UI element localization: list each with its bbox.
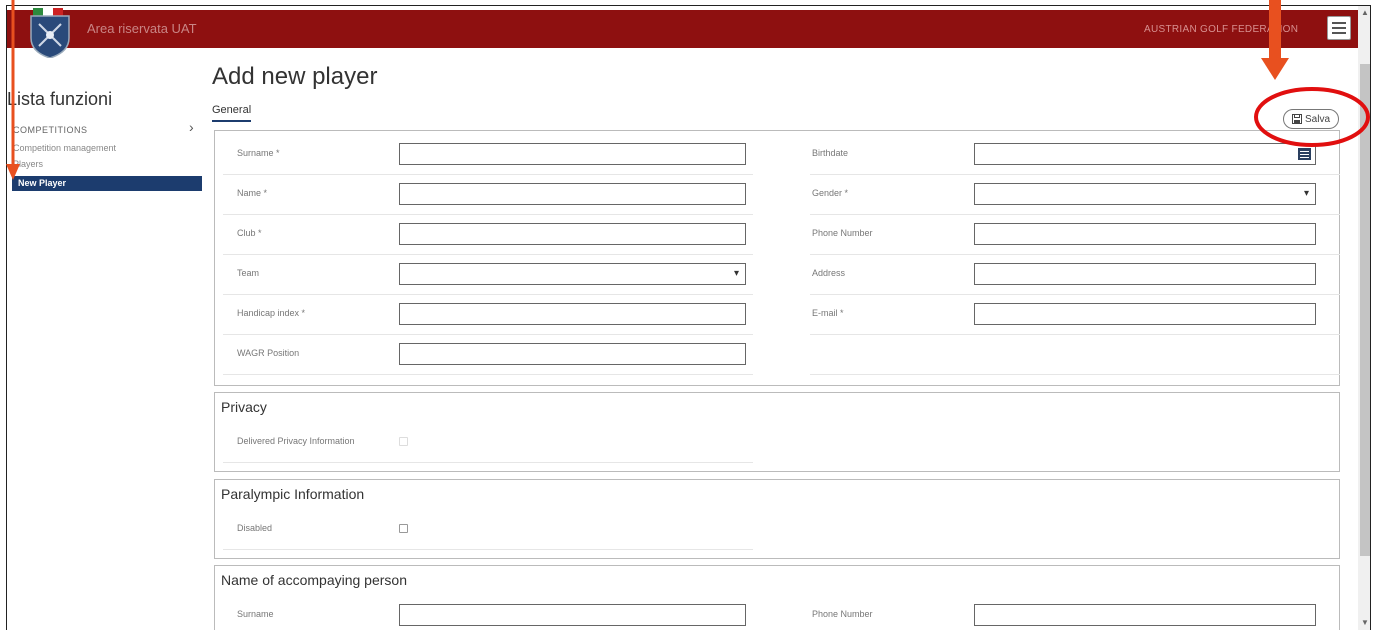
field-row-name: Name *	[223, 175, 753, 215]
federation-logo-icon	[30, 8, 70, 58]
organization-name: AUSTRIAN GOLF FEDERATION	[1144, 24, 1299, 35]
field-row-acc-phone: Phone Number	[810, 596, 1340, 630]
accompanying-panel: Name of accompaying person Surname Phone…	[214, 565, 1340, 630]
field-row-team: Team ▾	[223, 255, 753, 295]
privacy-checkbox[interactable]	[399, 437, 408, 446]
sidebar-item-competition-management[interactable]: Competition management	[13, 143, 116, 153]
scroll-up-icon[interactable]: ▲	[1361, 8, 1369, 17]
field-row-club: Club *	[223, 215, 753, 255]
gender-label: Gender *	[812, 188, 849, 198]
chevron-down-icon: ▾	[1303, 188, 1309, 199]
field-row-empty	[810, 335, 1340, 375]
field-row-email: E-mail *	[810, 295, 1340, 335]
paralympic-title: Paralympic Information	[221, 486, 365, 502]
field-row-wagr: WAGR Position	[223, 335, 753, 375]
birthdate-input[interactable]	[974, 143, 1316, 165]
field-row-address: Address	[810, 255, 1340, 295]
tab-general[interactable]: General	[212, 104, 252, 122]
field-row-gender: Gender * ▾	[810, 175, 1340, 215]
privacy-panel: Privacy Delivered Privacy Information	[214, 392, 1340, 472]
team-select[interactable]: ▾	[399, 263, 746, 285]
chevron-right-icon[interactable]: ›	[189, 119, 194, 135]
field-row-privacy: Delivered Privacy Information	[223, 423, 753, 463]
handicap-label: Handicap index *	[237, 308, 306, 318]
floppy-disk-icon	[1291, 114, 1302, 124]
field-row-phone: Phone Number	[810, 215, 1340, 255]
top-bar: Area riservata UAT AUSTRIAN GOLF FEDERAT…	[7, 8, 1358, 58]
gender-select[interactable]: ▾	[974, 183, 1316, 205]
scroll-down-icon[interactable]: ▼	[1361, 618, 1369, 627]
sidebar-item-new-player[interactable]: New Player	[12, 176, 202, 191]
club-label: Club *	[237, 228, 262, 238]
field-row-surname: Surname *	[223, 135, 753, 175]
privacy-label: Delivered Privacy Information	[237, 436, 355, 446]
surname-input[interactable]	[399, 143, 746, 165]
field-row-acc-surname: Surname	[223, 596, 753, 630]
name-input[interactable]	[399, 183, 746, 205]
club-input[interactable]	[399, 223, 746, 245]
disabled-label: Disabled	[237, 523, 273, 533]
handicap-input[interactable]	[399, 303, 746, 325]
acc-surname-label: Surname	[237, 609, 274, 619]
wagr-label: WAGR Position	[237, 348, 300, 358]
disabled-checkbox[interactable]	[399, 524, 408, 533]
address-label: Address	[812, 268, 846, 278]
birthdate-label: Birthdate	[812, 148, 849, 158]
sidebar-title: Lista funzioni	[7, 89, 113, 109]
wagr-input[interactable]	[399, 343, 746, 365]
hamburger-menu-icon[interactable]	[1327, 16, 1351, 40]
save-button[interactable]: Salva	[1283, 109, 1339, 129]
app-window: Area riservata UAT AUSTRIAN GOLF FEDERAT…	[6, 5, 1371, 630]
calendar-icon[interactable]	[1298, 148, 1311, 160]
surname-label: Surname *	[237, 148, 280, 158]
sidebar-item-players[interactable]: Players	[13, 159, 43, 169]
page-title: Add new player	[212, 63, 378, 90]
address-input[interactable]	[974, 263, 1316, 285]
field-row-birthdate: Birthdate	[810, 135, 1340, 175]
acc-phone-label: Phone Number	[812, 609, 873, 619]
phone-label: Phone Number	[812, 228, 873, 238]
chevron-down-icon: ▾	[733, 268, 739, 279]
save-button-label: Salva	[1304, 113, 1330, 125]
scrollbar-thumb[interactable]	[1360, 64, 1370, 556]
app-title: Area riservata UAT	[87, 21, 197, 36]
email-label: E-mail *	[812, 308, 844, 318]
vertical-scrollbar[interactable]: ▲ ▼	[1358, 6, 1370, 630]
field-row-disabled: Disabled	[223, 510, 753, 550]
acc-surname-input[interactable]	[399, 604, 746, 626]
field-row-handicap: Handicap index *	[223, 295, 753, 335]
phone-input[interactable]	[974, 223, 1316, 245]
acc-phone-input[interactable]	[974, 604, 1316, 626]
privacy-title: Privacy	[221, 399, 267, 415]
name-label: Name *	[237, 188, 268, 198]
team-label: Team	[237, 268, 260, 278]
email-input[interactable]	[974, 303, 1316, 325]
sidebar-section-competitions[interactable]: COMPETITIONS	[13, 125, 88, 135]
paralympic-panel: Paralympic Information Disabled	[214, 479, 1340, 559]
accompanying-title: Name of accompaying person	[221, 572, 407, 588]
general-panel: Surname * Name * Club * Team ▾ Handicap …	[214, 130, 1340, 386]
